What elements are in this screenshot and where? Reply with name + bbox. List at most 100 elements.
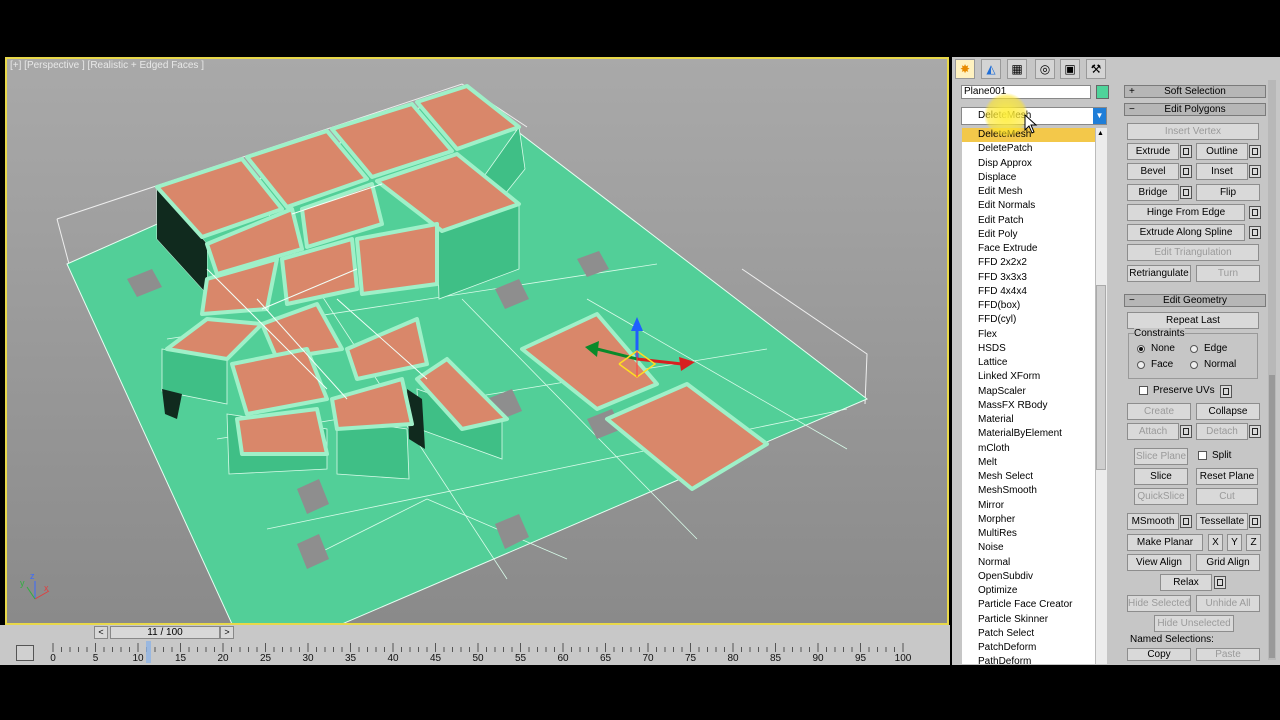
inset-button[interactable]: Inset (1196, 163, 1248, 180)
constraint-none-radio[interactable] (1137, 345, 1145, 353)
modifier-list-item[interactable]: Edit Mesh (962, 185, 1095, 199)
scroll-up-icon[interactable]: ▲ (1097, 130, 1104, 137)
motion-icon[interactable]: ◎ (1035, 59, 1055, 79)
copy-button[interactable]: Copy (1127, 648, 1191, 661)
modifier-list-scroll-thumb[interactable] (1096, 285, 1106, 470)
time-slider[interactable]: 11 / 100 (110, 626, 220, 639)
bevel-button[interactable]: Bevel (1127, 163, 1179, 180)
modifier-list-item[interactable]: MaterialByElement (962, 427, 1095, 441)
modifier-list-item[interactable]: Noise (962, 541, 1095, 555)
chevron-down-icon[interactable]: ▼ (1093, 108, 1106, 124)
modifier-list-item[interactable]: MapScaler (962, 385, 1095, 399)
modifier-list-item[interactable]: Optimize (962, 584, 1095, 598)
display-icon[interactable]: ▣ (1060, 59, 1080, 79)
planar-x-button[interactable]: X (1208, 534, 1223, 551)
modifier-list-item[interactable]: OpenSubdiv (962, 570, 1095, 584)
hinge-settings-icon[interactable] (1249, 206, 1261, 219)
relax-settings-icon[interactable] (1214, 576, 1226, 589)
create-button[interactable]: Create (1127, 403, 1191, 420)
extrude-button[interactable]: Extrude (1127, 143, 1179, 160)
modifier-list-item[interactable]: Particle Skinner (962, 613, 1095, 627)
tessellate-button[interactable]: Tessellate (1196, 513, 1248, 530)
modifier-list-item[interactable]: PathDeform (962, 655, 1095, 664)
grid-align-button[interactable]: Grid Align (1196, 554, 1260, 571)
frame-ruler[interactable]: 0 5 10 15 20 25 30 35 40 45 50 55 60 65 70 75 80 85 90 95 10… (40, 641, 945, 664)
flip-button[interactable]: Flip (1196, 184, 1260, 201)
modifier-list-item[interactable]: Morpher (962, 513, 1095, 527)
bridge-settings-icon[interactable] (1180, 186, 1192, 199)
modifier-list-item[interactable]: Edit Patch (962, 214, 1095, 228)
modifier-list-item[interactable]: MultiRes (962, 527, 1095, 541)
modifier-list-item[interactable]: Edit Normals (962, 199, 1095, 213)
constraint-edge-radio[interactable] (1190, 345, 1198, 353)
edit-geometry-rollout[interactable]: − Edit Geometry (1124, 294, 1266, 307)
perspective-viewport[interactable] (5, 57, 949, 625)
modifier-list-item[interactable]: Normal (962, 556, 1095, 570)
msmooth-settings-icon[interactable] (1180, 515, 1192, 528)
modifier-list-item[interactable]: Displace (962, 171, 1095, 185)
modifier-list[interactable]: DeleteMeshDeletePatchDisp ApproxDisplace… (962, 128, 1095, 664)
hide-unselected-button[interactable]: Hide Unselected (1154, 615, 1234, 632)
bevel-settings-icon[interactable] (1180, 165, 1192, 178)
outline-button[interactable]: Outline (1196, 143, 1248, 160)
tessellate-settings-icon[interactable] (1249, 515, 1261, 528)
modifier-list-item[interactable]: FFD 3x3x3 (962, 271, 1095, 285)
planar-y-button[interactable]: Y (1227, 534, 1242, 551)
create-icon[interactable]: ✸ (955, 59, 975, 79)
detach-settings-icon[interactable] (1249, 425, 1261, 438)
split-checkbox[interactable] (1198, 451, 1207, 460)
edit-triangulation-button[interactable]: Edit Triangulation (1127, 244, 1259, 261)
extrude-settings-icon[interactable] (1180, 145, 1192, 158)
outline-settings-icon[interactable] (1249, 145, 1261, 158)
modifier-list-item[interactable]: MeshSmooth (962, 484, 1095, 498)
modifier-list-item[interactable]: FFD(cyl) (962, 313, 1095, 327)
modifier-list-item[interactable]: Edit Poly (962, 228, 1095, 242)
modifier-list-item[interactable]: mCloth (962, 442, 1095, 456)
modifier-list-item[interactable]: Linked XForm (962, 370, 1095, 384)
curve-editor-icon[interactable] (16, 645, 34, 661)
modifier-list-item[interactable]: Lattice (962, 356, 1095, 370)
extrude-along-spline-button[interactable]: Extrude Along Spline (1127, 224, 1245, 241)
attach-button[interactable]: Attach (1127, 423, 1179, 440)
modifier-list-item[interactable]: Particle Face Creator (962, 598, 1095, 612)
modifier-list-item[interactable]: Material (962, 413, 1095, 427)
retriangulate-button[interactable]: Retriangulate (1127, 265, 1191, 282)
slice-plane-button[interactable]: Slice Plane (1134, 448, 1188, 465)
reset-plane-button[interactable]: Reset Plane (1196, 468, 1258, 485)
extrude-spline-settings-icon[interactable] (1249, 226, 1261, 239)
turn-button[interactable]: Turn (1196, 265, 1260, 282)
modifier-list-item[interactable]: PatchDeform (962, 641, 1095, 655)
modifier-list-item[interactable]: DeletePatch (962, 142, 1095, 156)
quickslice-button[interactable]: QuickSlice (1134, 488, 1188, 505)
planar-z-button[interactable]: Z (1246, 534, 1261, 551)
modifier-list-item[interactable]: Flex (962, 328, 1095, 342)
preserve-uvs-checkbox[interactable] (1139, 386, 1148, 395)
modifier-list-item[interactable]: Patch Select (962, 627, 1095, 641)
repeat-last-button[interactable]: Repeat Last (1127, 312, 1259, 329)
modifier-list-item[interactable]: Melt (962, 456, 1095, 470)
command-panel-scroll-thumb[interactable] (1269, 375, 1275, 658)
msmooth-button[interactable]: MSmooth (1127, 513, 1179, 530)
relax-button[interactable]: Relax (1160, 574, 1212, 591)
modifier-list-item[interactable]: MassFX RBody (962, 399, 1095, 413)
modifier-list-item[interactable]: FFD 4x4x4 (962, 285, 1095, 299)
edit-polygons-rollout[interactable]: − Edit Polygons (1124, 103, 1266, 116)
modifier-list-item[interactable]: Mirror (962, 499, 1095, 513)
paste-button[interactable]: Paste (1196, 648, 1260, 661)
modifier-list-item[interactable]: Mesh Select (962, 470, 1095, 484)
hierarchy-icon[interactable]: ▦ (1007, 59, 1027, 79)
modify-icon[interactable]: ◭ (981, 59, 1001, 79)
slice-button[interactable]: Slice (1134, 468, 1188, 485)
attach-settings-icon[interactable] (1180, 425, 1192, 438)
timeline-prev-button[interactable]: < (94, 626, 108, 639)
modifier-list-item[interactable]: Face Extrude (962, 242, 1095, 256)
inset-settings-icon[interactable] (1249, 165, 1261, 178)
soft-selection-rollout[interactable]: + Soft Selection (1124, 85, 1266, 98)
collapse-button[interactable]: Collapse (1196, 403, 1260, 420)
viewport-label[interactable]: [+] [Perspective ] [Realistic + Edged Fa… (10, 60, 204, 71)
modifier-list-item[interactable]: Disp Approx (962, 157, 1095, 171)
bridge-button[interactable]: Bridge (1127, 184, 1179, 201)
timeline-next-button[interactable]: > (220, 626, 234, 639)
modifier-list-item[interactable]: HSDS (962, 342, 1095, 356)
utilities-icon[interactable]: ⚒ (1086, 59, 1106, 79)
